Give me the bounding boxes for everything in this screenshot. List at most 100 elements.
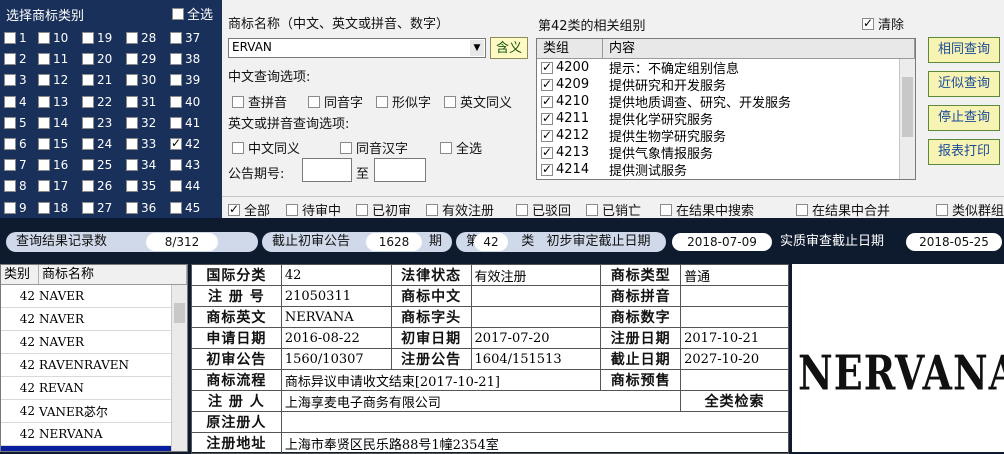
class-checkbox[interactable] [82,138,94,150]
class-checkbox[interactable] [38,74,50,87]
class-option-21[interactable]: 21 [82,73,112,87]
filter-checkbox[interactable] [426,203,438,216]
class-option-15[interactable]: 15 [38,137,68,151]
class-option-39[interactable]: 39 [170,73,200,87]
class-checkbox[interactable] [170,74,182,87]
class-option-32[interactable]: 32 [126,116,156,130]
class-checkbox[interactable] [170,136,182,150]
group-row[interactable]: 4213提供气象情报服务 [537,144,915,162]
class-checkbox[interactable] [38,53,50,66]
class-checkbox[interactable] [170,201,182,214]
filter-checkbox[interactable] [228,202,240,216]
period-from-input[interactable] [302,158,352,182]
groups-list[interactable]: 类组 内容 4200提示：不确定组别信息4209提供研究和开发服务4210提供地… [536,38,916,180]
clear-checkbox[interactable] [862,16,874,30]
class-option-38[interactable]: 38 [170,52,200,66]
class-option-5[interactable]: 5 [4,116,27,130]
class-option-30[interactable]: 30 [126,73,156,87]
similar-search-button[interactable]: 近似查询 [928,71,1000,97]
clear-option[interactable]: 清除 [862,14,904,33]
class-option-9[interactable]: 9 [4,201,27,215]
class-checkbox[interactable] [126,138,138,150]
class-checkbox[interactable] [82,74,94,87]
class-option-26[interactable]: 26 [82,179,112,193]
class-checkbox[interactable] [82,180,94,193]
class-option-42[interactable]: 42 [170,136,200,151]
cn-option-3[interactable]: 英文同义 [444,92,512,111]
class-option-19[interactable]: 19 [82,31,112,45]
class-checkbox[interactable] [38,159,50,172]
cn-option-2[interactable]: 形似字 [376,92,431,111]
class-checkbox[interactable] [4,95,16,108]
class-checkbox[interactable] [170,180,182,193]
class-checkbox[interactable] [170,95,182,108]
class-checkbox[interactable] [38,138,50,150]
class-checkbox[interactable] [126,32,138,44]
class-option-41[interactable]: 41 [170,116,200,130]
class-checkbox[interactable] [126,159,138,172]
class-option-36[interactable]: 36 [126,201,156,215]
class-checkbox[interactable] [82,159,94,172]
list-row[interactable]: 42 REVAN [1,377,187,400]
contain-button[interactable]: 含义 [490,37,528,59]
cn-option-1[interactable]: 同音字 [308,92,363,111]
class-checkbox[interactable] [170,53,182,66]
class-option-8[interactable]: 8 [4,179,27,193]
class-option-2[interactable]: 2 [4,52,27,66]
list-row[interactable]: 42 VANER苾尔 [1,400,187,423]
filter-checkbox[interactable] [936,203,948,216]
stop-search-button[interactable]: 停止查询 [928,105,1000,131]
class-checkbox[interactable] [126,95,138,108]
class-checkbox[interactable] [4,201,16,214]
cn-option-0[interactable]: 查拼音 [232,92,287,111]
group-checkbox[interactable] [541,94,553,108]
class-option-20[interactable]: 20 [82,52,112,66]
class-checkbox[interactable] [38,180,50,193]
class-checkbox[interactable] [38,95,50,108]
class-checkbox[interactable] [126,53,138,66]
class-checkbox[interactable] [4,74,16,87]
class-checkbox[interactable] [4,159,16,172]
list-row[interactable]: 42 NAVER [1,331,187,354]
result-list[interactable]: 类别 商标名称 42 NAVER 42 NAVER 42 NAVER 42 RAVENRAVE… [0,264,188,452]
filter-option-6[interactable]: 在结果中搜索 [660,200,754,219]
list-row[interactable] [1,446,187,451]
group-row[interactable]: 4210提供地质调查、研究、开发服务 [537,93,915,111]
filter-option-2[interactable]: 已初审 [356,200,411,219]
group-checkbox[interactable] [541,162,553,176]
select-all-classes[interactable]: 全选 [172,4,213,23]
class-option-33[interactable]: 33 [126,137,156,151]
class-checkbox[interactable] [170,116,182,129]
filter-option-0[interactable]: 全部 [228,200,270,219]
en-option-2[interactable]: 全选 [440,138,482,157]
class-checkbox[interactable] [4,116,16,129]
class-checkbox[interactable] [38,201,50,214]
period-to-input[interactable] [374,158,426,182]
cn-checkbox[interactable] [232,95,244,108]
filter-option-4[interactable]: 已驳回 [516,200,571,219]
chevron-down-icon[interactable]: ▼ [470,40,484,56]
filter-checkbox[interactable] [586,203,598,216]
group-row[interactable]: 4214 提供测试服务 [537,161,915,179]
filter-option-3[interactable]: 有效注册 [426,200,494,219]
class-checkbox[interactable] [4,53,16,66]
group-checkbox[interactable] [541,128,553,142]
list-row[interactable]: 42 NAVER [1,285,187,308]
en-checkbox[interactable] [232,141,244,154]
group-checkbox[interactable] [541,111,553,125]
class-option-44[interactable]: 44 [170,179,200,193]
class-option-12[interactable]: 12 [38,73,68,87]
class-checkbox[interactable] [126,116,138,129]
filter-option-1[interactable]: 待审中 [286,200,341,219]
filter-checkbox[interactable] [660,203,672,216]
group-row[interactable]: 4211提供化学研究服务 [537,110,915,128]
class-option-16[interactable]: 16 [38,158,68,172]
class-option-25[interactable]: 25 [82,158,112,172]
groups-scrollbar[interactable] [899,59,915,179]
class-option-34[interactable]: 34 [126,158,156,172]
class-checkbox[interactable] [126,74,138,87]
class-option-1[interactable]: 1 [4,31,27,45]
filter-checkbox[interactable] [516,203,528,216]
class-option-31[interactable]: 31 [126,95,156,109]
class-option-13[interactable]: 13 [38,95,68,109]
